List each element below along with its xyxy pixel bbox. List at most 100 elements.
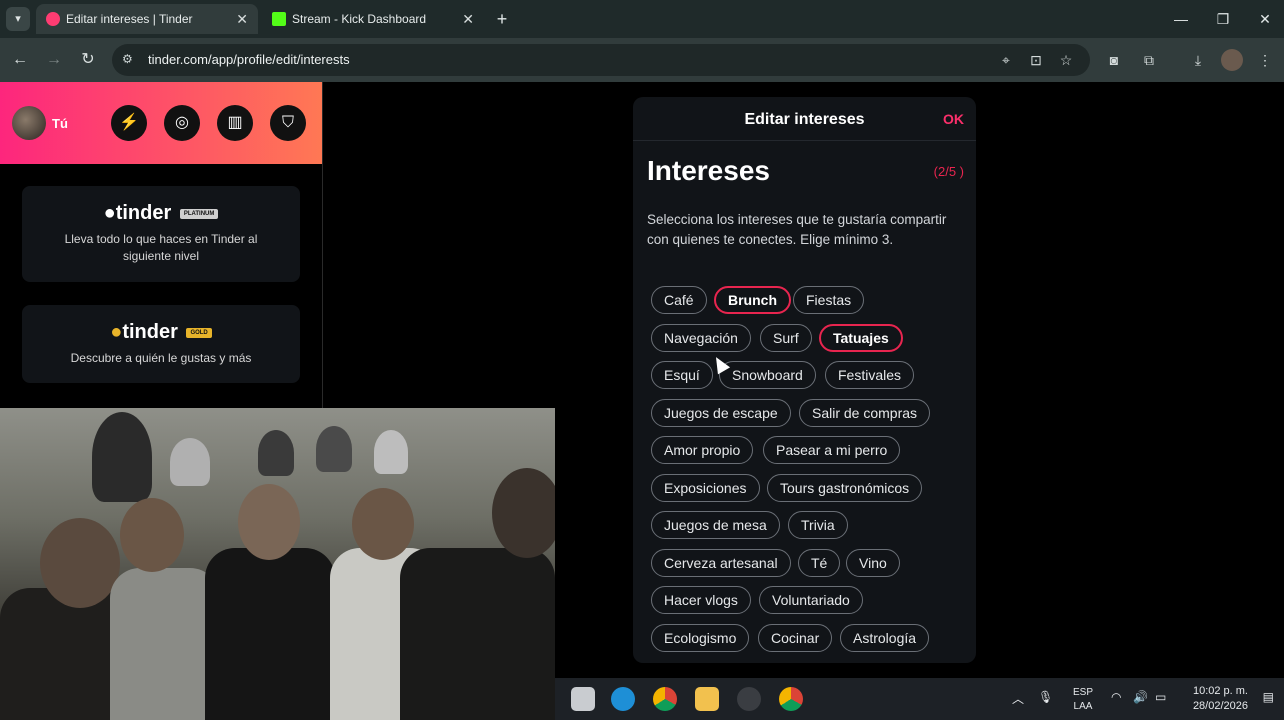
interest-chip[interactable]: Amor propio bbox=[651, 436, 754, 464]
task-view-icon[interactable] bbox=[571, 687, 595, 711]
interest-chip[interactable]: Cerveza artesanal bbox=[651, 549, 791, 577]
interest-chip[interactable]: Esquí bbox=[651, 361, 713, 389]
file-explorer-icon[interactable] bbox=[695, 687, 719, 711]
interest-chip[interactable]: Vino bbox=[846, 549, 900, 577]
webcam-overlay bbox=[0, 408, 555, 720]
interest-chip[interactable]: Ecologismo bbox=[651, 624, 750, 652]
tinder-logo: ●tinder GOLD bbox=[22, 321, 300, 344]
platinum-badge: PLATINUM bbox=[179, 208, 219, 219]
browser-tab-bar: ▾ Editar intereses | Tinder ✕ Stream - K… bbox=[0, 0, 1284, 38]
boost-button[interactable]: ⚡ bbox=[111, 105, 147, 141]
bookmark-star-icon[interactable]: ☆ bbox=[1056, 50, 1076, 70]
selection-counter: (2/5 ) bbox=[933, 164, 964, 179]
language-code: ESP bbox=[1073, 687, 1094, 698]
time: 10:02 p. m. bbox=[1192, 685, 1248, 697]
tray-chevron-icon[interactable]: ︿ bbox=[1012, 690, 1024, 707]
clock[interactable]: 10:02 p. m. 28/02/2026 bbox=[1193, 684, 1248, 714]
close-window-button[interactable]: ✕ bbox=[1250, 8, 1280, 30]
minimize-button[interactable]: — bbox=[1166, 8, 1196, 30]
interest-chip[interactable]: Hacer vlogs bbox=[651, 586, 751, 614]
volume-icon[interactable]: 🔊 bbox=[1133, 690, 1148, 704]
interest-chip-selected[interactable]: Brunch bbox=[714, 286, 791, 314]
briefcase-icon: ▥ bbox=[227, 114, 243, 131]
matches-button[interactable]: ▥ bbox=[217, 105, 253, 141]
address-bar[interactable]: ⚙ tinder.com/app/profile/edit/interests … bbox=[112, 44, 1090, 76]
interest-chip[interactable]: Cocinar bbox=[758, 624, 833, 652]
wifi-icon[interactable]: ◠ bbox=[1111, 690, 1121, 704]
interest-chip[interactable]: Café bbox=[651, 286, 707, 314]
tab-kick[interactable]: Stream - Kick Dashboard ✕ bbox=[262, 4, 484, 34]
flame-icon: ● bbox=[103, 202, 116, 224]
battery-icon[interactable]: ▭ bbox=[1155, 690, 1166, 704]
edit-interests-modal: Editar intereses OK Intereses (2/5 ) Sel… bbox=[633, 97, 976, 663]
tab-title: Editar intereses | Tinder bbox=[66, 12, 193, 26]
extensions-puzzle-icon[interactable]: ⧉ bbox=[1138, 49, 1160, 71]
hanging-cap bbox=[316, 426, 352, 472]
promo-description: Descubre a quién le gustas y más bbox=[70, 351, 252, 365]
browser-toolbar: ← → ↻ ⚙ tinder.com/app/profile/edit/inte… bbox=[0, 38, 1284, 82]
extension-icon[interactable]: ◙ bbox=[1103, 49, 1125, 71]
location-icon[interactable]: ⌖ bbox=[996, 50, 1016, 70]
user-label[interactable]: Tú bbox=[52, 116, 68, 131]
instructions: Selecciona los intereses que te gustaría… bbox=[647, 212, 947, 247]
interest-chip-selected[interactable]: Tatuajes bbox=[819, 324, 903, 352]
date: 28/02/2026 bbox=[1192, 700, 1248, 712]
tab-title: Stream - Kick Dashboard bbox=[292, 12, 427, 26]
person bbox=[238, 484, 300, 560]
sidebar-header: Tú ⚡ ◎ ▥ ⛉ bbox=[0, 82, 322, 164]
modal-header: Editar intereses OK bbox=[633, 97, 976, 141]
interest-chip[interactable]: Navegación bbox=[651, 324, 751, 352]
download-icon[interactable]: ⤓ bbox=[1187, 49, 1209, 71]
tab-search-button[interactable]: ▾ bbox=[6, 7, 30, 31]
chrome-icon[interactable] bbox=[653, 687, 677, 711]
interest-chip[interactable]: Tours gastronómicos bbox=[767, 474, 923, 502]
interest-chip[interactable]: Voluntariado bbox=[759, 586, 863, 614]
interest-chip[interactable]: Festivales bbox=[825, 361, 915, 389]
safety-button[interactable]: ⛉ bbox=[270, 105, 306, 141]
interest-chip[interactable]: Té bbox=[798, 549, 841, 577]
interest-chip[interactable]: Juegos de mesa bbox=[651, 511, 780, 539]
language-indicator[interactable]: ESP LAA bbox=[1073, 686, 1093, 714]
close-icon[interactable]: ✕ bbox=[462, 4, 474, 34]
promo-platinum[interactable]: ●tinder PLATINUM Lleva todo lo que haces… bbox=[22, 186, 300, 282]
hanging-cap bbox=[258, 430, 294, 476]
reload-button[interactable]: ↻ bbox=[76, 48, 100, 72]
back-button[interactable]: ← bbox=[8, 48, 32, 72]
explore-button[interactable]: ◎ bbox=[164, 105, 200, 141]
interest-chip[interactable]: Trivia bbox=[788, 511, 848, 539]
avatar[interactable] bbox=[12, 106, 46, 140]
flame-icon: ● bbox=[110, 321, 123, 343]
interest-chip[interactable]: Exposiciones bbox=[651, 474, 760, 502]
person bbox=[492, 468, 555, 558]
close-icon[interactable]: ✕ bbox=[236, 4, 248, 34]
forward-button[interactable]: → bbox=[42, 48, 66, 72]
interest-chip[interactable]: Pasear a mi perro bbox=[763, 436, 901, 464]
interest-chip[interactable]: Astrología bbox=[840, 624, 930, 652]
hanging-cap bbox=[170, 438, 210, 486]
restore-button[interactable]: ❐ bbox=[1208, 8, 1238, 30]
windows-taskbar: ︿ 🎙 ESP LAA ◠ 🔊 ▭ 10:02 p. m. 28/02/2026… bbox=[555, 678, 1284, 720]
interest-chip[interactable]: Juegos de escape bbox=[651, 399, 791, 427]
menu-icon[interactable]: ⋮ bbox=[1254, 49, 1276, 71]
install-app-icon[interactable]: ⊡ bbox=[1026, 50, 1046, 70]
new-tab-button[interactable]: + bbox=[490, 7, 514, 31]
url-text[interactable]: tinder.com/app/profile/edit/interests bbox=[148, 52, 350, 67]
interest-chip[interactable]: Fiestas bbox=[793, 286, 865, 314]
interest-chip[interactable]: Surf bbox=[760, 324, 812, 352]
promo-gold[interactable]: ●tinder GOLD Descubre a quién le gustas … bbox=[22, 305, 300, 383]
edge-browser-icon[interactable] bbox=[611, 687, 635, 711]
ok-button[interactable]: OK bbox=[943, 111, 964, 127]
interest-chip[interactable]: Snowboard bbox=[719, 361, 816, 389]
chrome-profile-icon[interactable] bbox=[779, 687, 803, 711]
compass-icon: ◎ bbox=[175, 114, 189, 131]
site-info-icon[interactable]: ⚙ bbox=[122, 52, 138, 68]
interest-chip[interactable]: Salir de compras bbox=[799, 399, 931, 427]
obs-icon[interactable] bbox=[737, 687, 761, 711]
lightning-icon: ⚡ bbox=[119, 114, 139, 131]
notification-icon[interactable]: ▤ bbox=[1263, 690, 1274, 704]
keyboard-layout: LAA bbox=[1073, 701, 1093, 712]
tab-tinder[interactable]: Editar intereses | Tinder ✕ bbox=[36, 4, 258, 34]
profile-avatar-icon[interactable] bbox=[1221, 49, 1243, 71]
modal-title: Editar intereses bbox=[744, 111, 865, 128]
microphone-icon[interactable]: 🎙 bbox=[1038, 690, 1053, 704]
